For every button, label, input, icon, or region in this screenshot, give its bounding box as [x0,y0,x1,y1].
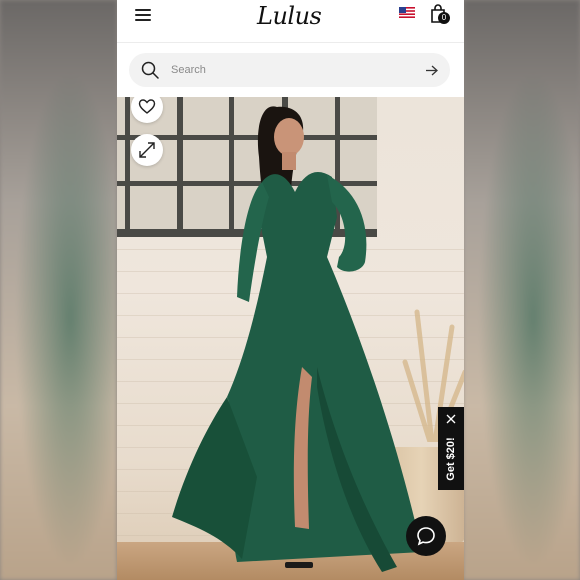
heart-icon [138,99,156,114]
model-wearing-green-dress [172,106,422,572]
chat-button[interactable] [406,516,446,556]
chat-bubble-icon [417,527,435,546]
blurred-background-left [0,0,117,580]
us-flag-icon[interactable] [399,7,415,18]
expand-arrows-icon [139,142,155,158]
brand-logo[interactable]: Lulus [257,0,327,32]
expand-image-button[interactable] [131,134,163,166]
mobile-screen: Lulus 0 Search Get $20! [117,0,464,580]
close-icon[interactable] [446,414,456,424]
product-image[interactable] [117,97,464,580]
search-input[interactable]: Search [171,53,206,87]
promo-tab[interactable]: Get $20! [438,407,464,490]
cart-count-badge: 0 [438,12,450,24]
promo-label: Get $20! [445,437,457,481]
blurred-background-right [463,0,580,580]
search-icon [141,61,159,79]
arrow-right-icon[interactable] [425,64,438,77]
hamburger-menu-icon[interactable] [135,8,151,22]
site-header: Lulus 0 [117,0,464,43]
search-bar[interactable]: Search [129,53,450,87]
